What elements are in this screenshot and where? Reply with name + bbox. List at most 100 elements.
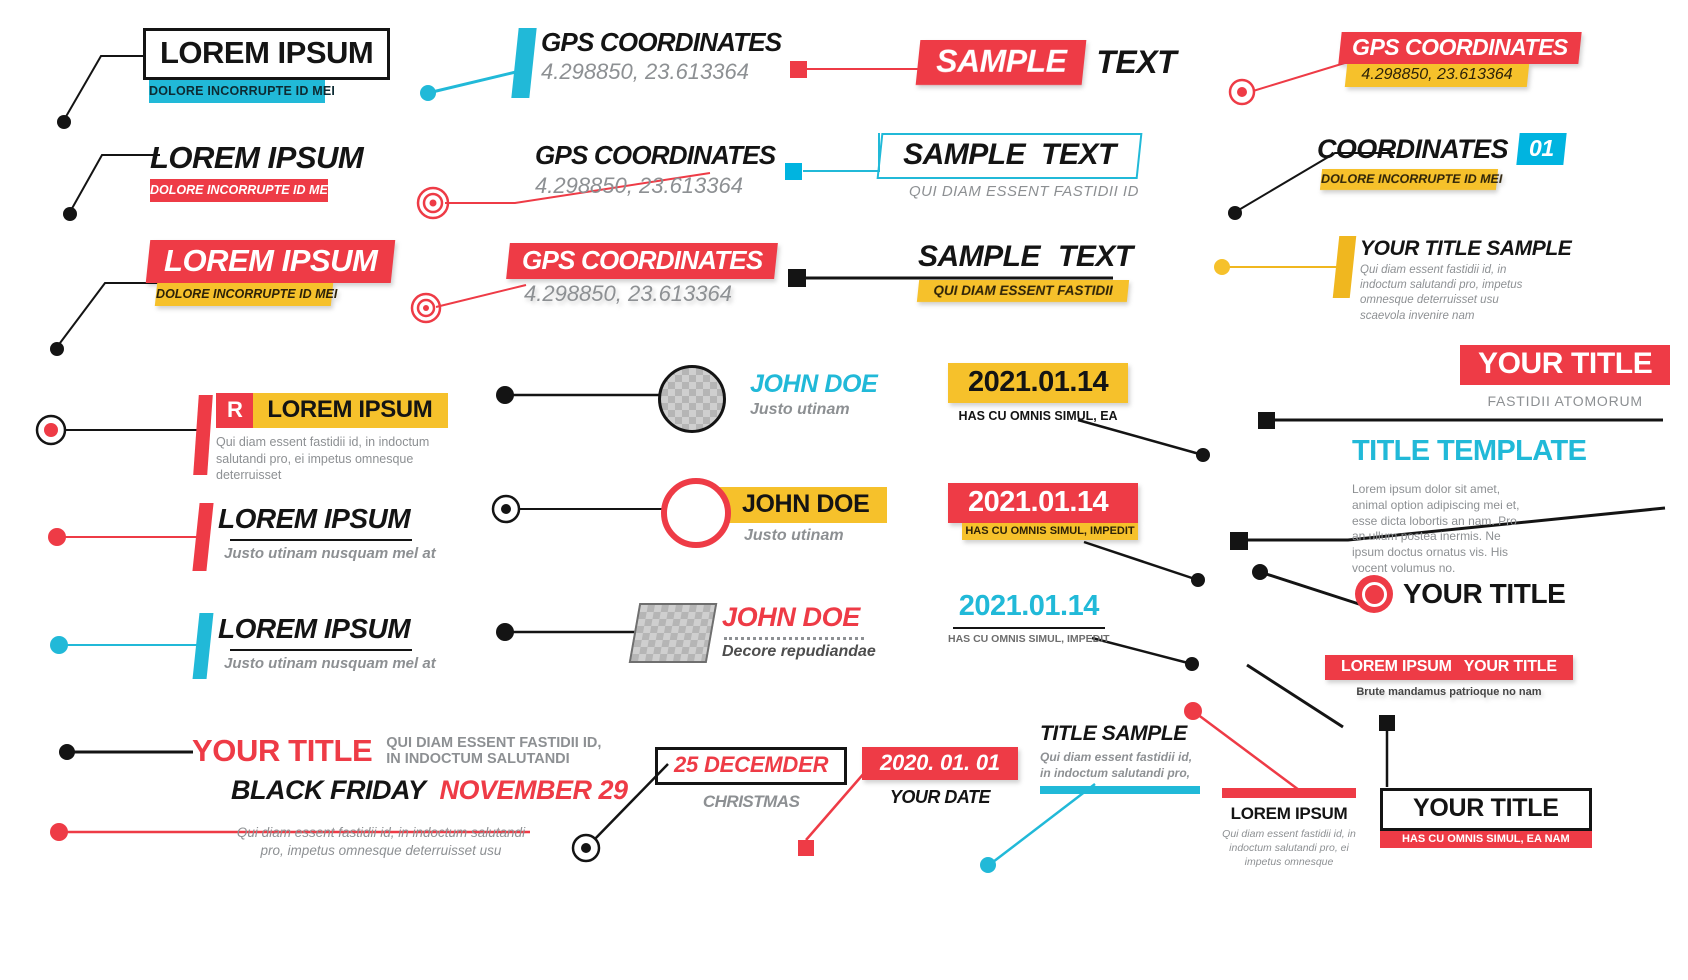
m2r1-title: JOHN DOE (750, 370, 878, 398)
b6-topbar (1222, 788, 1356, 798)
c1r2-banner[interactable]: LOREM IPSUM DOLORE INCORRUPTE ID MEI (150, 140, 364, 202)
m4r3-title: YOUR TITLE (1403, 578, 1566, 609)
b6-title: LOREM IPSUM (1230, 804, 1348, 823)
c2r1-banner[interactable]: GPS COORDINATES 4.298850, 23.613364 (541, 27, 782, 85)
m1r1-connector (35, 414, 197, 446)
c1r3-banner[interactable]: LOREM IPSUM DOLORE INCORRUPTE ID MEI (145, 240, 396, 306)
b7-banner[interactable]: YOUR TITLE HAS CU OMNIS SIMUL, EA NAM (1380, 788, 1592, 848)
b7-connector (1379, 715, 1395, 787)
c3r3-title-a: SAMPLE (918, 240, 1041, 273)
b2-title-a: BLACK FRIDAY (231, 775, 426, 805)
b2-body: Qui diam essent fastidii id, in indoctum… (236, 825, 526, 858)
m4r4-subtitle: Brute mandamus patrioque no nam (1356, 686, 1542, 698)
c3r1-title-a: SAMPLE (936, 43, 1067, 79)
c2r3-subtitle: 4.298850, 23.613364 (524, 281, 732, 306)
m2r1-banner[interactable]: JOHN DOE Justo utinam (750, 370, 878, 419)
m1r2-banner[interactable]: LOREM IPSUM Justo utinam nusquam mel at (218, 503, 436, 562)
m4r4-banner[interactable]: LOREM IPSUM YOUR TITLE Brute mandamus pa… (1325, 655, 1573, 698)
b1-title: YOUR TITLE (192, 733, 373, 768)
b5-banner[interactable]: TITLE SAMPLE Qui diam essent fastidii id… (1040, 722, 1200, 794)
m1r2-subtitle: Justo utinam nusquam mel at (224, 545, 436, 562)
b1-banner[interactable]: YOUR TITLE QUI DIAM ESSENT FASTIDII ID, … (192, 733, 601, 769)
m1r1-body: Qui diam essent fastidii id, in indoctum… (216, 435, 430, 482)
c2r3-title: GPS COORDINATES (522, 245, 763, 275)
c4r3-bar (1332, 236, 1357, 298)
c4r3-banner[interactable]: YOUR TITLE SAMPLE Qui diam essent fastid… (1360, 237, 1572, 324)
m1r3-connector (50, 636, 198, 654)
m2r3-connector (496, 623, 637, 641)
m3r2-connector (1083, 540, 1205, 587)
lower-thirds-banner-sheet: LOREM IPSUM DOLORE INCORRUPTE ID MEI LOR… (0, 0, 1688, 980)
b7-title: YOUR TITLE (1413, 794, 1559, 822)
m4r1-subtitle: FASTIDII ATOMORUM (1487, 393, 1643, 409)
c3r3-subtitle: QUI DIAM ESSENT FASTIDII (933, 283, 1113, 298)
c2r2-title: GPS COORDINATES (535, 140, 776, 170)
m2r2-subtitle: Justo utinam (744, 527, 844, 544)
m3r3-subtitle: HAS CU OMNIS SIMUL, IMPEDIT (948, 633, 1110, 645)
c3r3-banner[interactable]: SAMPLE TEXT QUI DIAM ESSENT FASTIDII (916, 240, 1133, 302)
m4r2-title: TITLE TEMPLATE (1352, 435, 1587, 467)
c4r2-banner[interactable]: COORDINATES 01 DOLORE INCORRUPTE ID MEI (1317, 133, 1567, 190)
c1r2-subtitle: DOLORE INCORRUPTE ID MEI (150, 183, 332, 197)
b5-body-line1: Qui diam essent fastidii id, (1040, 750, 1193, 764)
c2r1-bar (511, 28, 537, 98)
m3r3-banner[interactable]: 2021.01.14 HAS CU OMNIS SIMUL, IMPEDIT (948, 590, 1110, 645)
m3r1-subtitle: HAS CU OMNIS SIMUL, EA (958, 409, 1118, 423)
m4r2-body: Lorem ipsum dolor sit amet, animal optio… (1352, 482, 1520, 576)
m2r2-banner[interactable]: JOHN DOE Justo utinam (712, 487, 888, 545)
c2r2-banner[interactable]: GPS COORDINATES 4.298850, 23.613364 (535, 140, 776, 199)
c4r2-subtitle: DOLORE INCORRUPTE ID MEI (1321, 172, 1503, 186)
m4r1-connector (1258, 412, 1663, 429)
c3r2-title-a: SAMPLE (903, 138, 1026, 171)
m4r4-title-a: LOREM IPSUM (1341, 658, 1452, 675)
b5-title: TITLE SAMPLE (1040, 722, 1187, 745)
m1r2-bar (192, 503, 214, 571)
c1r3-subtitle: DOLORE INCORRUPTE ID MEI (156, 287, 338, 301)
b2-banner[interactable]: BLACK FRIDAY NOVEMBER 29 Qui diam essent… (231, 775, 628, 860)
m3r2-banner[interactable]: 2021.01.14 HAS CU OMNIS SIMUL, IMPEDIT (948, 483, 1138, 540)
c3r2-subtitle: QUI DIAM ESSENT FASTIDII ID (909, 183, 1139, 200)
c3r2-banner[interactable]: SAMPLE TEXT QUI DIAM ESSENT FASTIDII ID (876, 133, 1143, 200)
m2r2-title: JOHN DOE (742, 490, 870, 518)
m4r2-banner[interactable]: TITLE TEMPLATE Lorem ipsum dolor sit ame… (1352, 435, 1587, 577)
m4r4-title-b: YOUR TITLE (1463, 658, 1557, 675)
c1r2-title: LOREM IPSUM (150, 140, 364, 175)
m3r2-title: 2021.01.14 (968, 486, 1109, 518)
m1r3-subtitle: Justo utinam nusquam mel at (224, 655, 436, 672)
b7-subtitle: HAS CU OMNIS SIMUL, EA NAM (1401, 833, 1570, 845)
c3r2-title-b: TEXT (1041, 138, 1116, 171)
m1r3-bar (192, 613, 214, 679)
c2r1-subtitle: 4.298850, 23.613364 (541, 59, 749, 84)
c3r1-banner[interactable]: SAMPLE TEXT (915, 40, 1177, 85)
m2r2-connector (491, 494, 670, 524)
c2r3-banner[interactable]: GPS COORDINATES 4.298850, 23.613364 (506, 243, 779, 307)
m2r3-avatar (628, 603, 718, 663)
m3r3-title: 2021.01.14 (958, 590, 1100, 622)
m3r1-banner[interactable]: 2021.01.14 HAS CU OMNIS SIMUL, EA (948, 363, 1129, 423)
b6-body: Qui diam essent fastidii id, in indoctum… (1222, 828, 1356, 868)
m3r2-subtitle: HAS CU OMNIS SIMUL, IMPEDIT (965, 525, 1135, 537)
c4r2-title: COORDINATES (1317, 133, 1509, 164)
m3r1-connector (1077, 418, 1210, 462)
c4r1-subtitle: 4.298850, 23.613364 (1361, 66, 1513, 83)
b5-underline (1040, 785, 1200, 794)
m1r1-banner[interactable]: R LOREM IPSUM Qui diam essent fastidii i… (216, 393, 449, 484)
c4r3-title: YOUR TITLE SAMPLE (1360, 237, 1572, 260)
m2r3-banner[interactable]: JOHN DOE Decore repudiandae (722, 602, 876, 661)
c3r1-title-b: TEXT (1096, 44, 1177, 80)
m2r1-connector (496, 386, 667, 404)
c3r1-connector (790, 61, 925, 78)
m2r3-subtitle: Decore repudiandae (722, 643, 876, 660)
c4r1-banner[interactable]: GPS COORDINATES 4.298850, 23.613364 (1338, 32, 1582, 87)
m2r3-title: JOHN DOE (722, 602, 860, 632)
m4r1-title: YOUR TITLE (1478, 347, 1653, 380)
b6-banner[interactable]: LOREM IPSUM Qui diam essent fastidii id,… (1222, 788, 1356, 870)
c1r3-title: LOREM IPSUM (164, 243, 378, 278)
b4-title: 2020. 01. 01 (880, 750, 1000, 775)
c1r1-banner[interactable]: LOREM IPSUM DOLORE INCORRUPTE ID MEI (143, 28, 391, 103)
m4r3-banner[interactable]: YOUR TITLE (1355, 575, 1566, 613)
m4r1-banner[interactable]: YOUR TITLE FASTIDII ATOMORUM (1460, 345, 1671, 409)
m1r1-badge: R (227, 397, 243, 422)
m1r2-connector (48, 528, 197, 546)
m1r3-banner[interactable]: LOREM IPSUM Justo utinam nusquam mel at (218, 613, 436, 672)
